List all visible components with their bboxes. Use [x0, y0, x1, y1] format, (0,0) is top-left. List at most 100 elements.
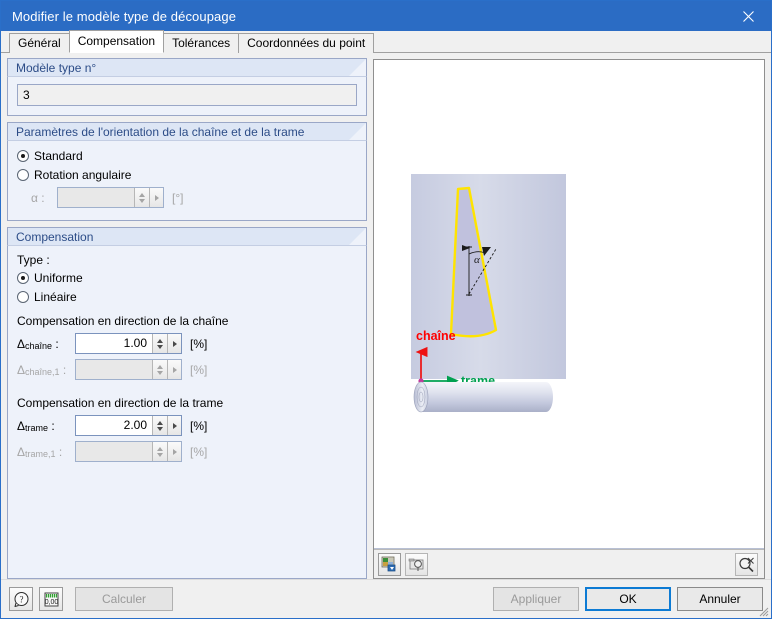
ok-button[interactable]: OK	[585, 587, 671, 611]
warp-field-1-label: Δchaîne :	[17, 336, 59, 351]
warp-spinner-1[interactable]: 1.00	[75, 333, 182, 354]
image-export-icon[interactable]	[378, 552, 401, 576]
weft-unit-1: [%]	[190, 418, 208, 433]
type-label: Type :	[17, 253, 50, 267]
fabric-roll	[413, 381, 553, 413]
warp-field-row-2: Δchaîne,1 : [%]	[17, 359, 357, 380]
group-orientation-header: Paramètres de l'orientation de la chaîne…	[7, 122, 367, 141]
weft-spin-arrows-1[interactable]	[152, 416, 167, 435]
warp-spinner-2[interactable]	[75, 359, 182, 380]
warp-spin-arrows-1[interactable]	[152, 334, 167, 353]
weft-more-button-1[interactable]	[167, 416, 181, 435]
cut-pattern-diagram: α chaîne trame	[411, 174, 566, 413]
annuler-button[interactable]: Annuler	[677, 587, 763, 611]
preview-canvas[interactable]: α chaîne trame	[374, 60, 764, 549]
group-orientation: Paramètres de l'orientation de la chaîne…	[7, 122, 367, 221]
units-icon[interactable]: 0,00	[39, 587, 63, 611]
warp-more-button-2[interactable]	[167, 360, 181, 379]
weft-spinner-2[interactable]	[75, 441, 182, 462]
help-icon[interactable]: ?	[9, 587, 33, 611]
radio-uniforme-indicator	[17, 272, 29, 284]
alpha-label: α :	[31, 190, 45, 205]
help-glyph: ?	[14, 591, 28, 607]
chevron-right-icon	[172, 422, 177, 429]
weft-spinner-1[interactable]: 2.00	[75, 415, 182, 436]
warp-field-2-label: Δchaîne,1 :	[17, 362, 67, 377]
group-compensation-title: Compensation	[16, 230, 94, 244]
weft-input-1[interactable]: 2.00	[76, 416, 152, 435]
group-orientation-title: Paramètres de l'orientation de la chaîne…	[16, 125, 305, 139]
group-model-type: Modèle type n° 3	[7, 58, 367, 116]
zoom-reset-glyph	[739, 557, 754, 572]
preview-toolbar	[374, 549, 764, 578]
group-compensation-header: Compensation	[7, 227, 367, 246]
weft-input-2[interactable]	[76, 442, 152, 461]
resize-grip-icon[interactable]	[757, 605, 769, 617]
tab-compensation[interactable]: Compensation	[68, 30, 165, 53]
close-glyph	[742, 10, 754, 22]
chevron-right-icon	[172, 340, 177, 347]
radio-standard[interactable]: Standard	[17, 149, 357, 163]
radio-rotation-angulaire-indicator	[17, 169, 29, 181]
fabric-sheet	[411, 174, 566, 379]
image-export-glyph	[381, 556, 396, 571]
warp-axis-label: chaîne	[416, 329, 456, 343]
radio-rotation-angulaire-label: Rotation angulaire	[34, 168, 132, 182]
radio-lineaire[interactable]: Linéaire	[17, 290, 357, 304]
alpha-input[interactable]	[58, 188, 134, 207]
tab-tolerances[interactable]: Tolérances	[163, 33, 240, 53]
warp-input-2[interactable]	[76, 360, 152, 379]
model-type-input[interactable]: 3	[17, 84, 357, 106]
alpha-spinner[interactable]	[57, 187, 164, 208]
spin-down-icon	[139, 198, 145, 203]
radio-uniforme-label: Uniforme	[34, 271, 83, 285]
appliquer-button[interactable]: Appliquer	[493, 587, 579, 611]
alpha-row: α : [°]	[17, 187, 357, 208]
alpha-spin-arrows[interactable]	[134, 188, 149, 207]
weft-spin-arrows-2[interactable]	[152, 442, 167, 461]
units-glyph: 0,00	[44, 592, 58, 606]
group-model-type-body: 3	[8, 77, 366, 115]
print-preview-glyph	[408, 558, 424, 571]
spin-down-icon	[157, 452, 163, 457]
chevron-right-icon	[172, 448, 177, 455]
radio-lineaire-label: Linéaire	[34, 290, 77, 304]
chevron-right-icon	[172, 366, 177, 373]
radio-rotation-angulaire[interactable]: Rotation angulaire	[17, 168, 357, 182]
zoom-reset-icon[interactable]	[735, 552, 758, 576]
spin-down-icon	[157, 344, 163, 349]
warp-input-1[interactable]: 1.00	[76, 334, 152, 353]
weft-field-row-1: Δtrame : 2.00 [%]	[17, 415, 357, 436]
spin-up-icon	[157, 420, 163, 425]
print-preview-icon[interactable]	[405, 552, 428, 576]
radio-uniforme[interactable]: Uniforme	[17, 271, 357, 285]
dialog-footer: ? 0,00 Calculer Appliquer OK Annuler	[1, 579, 771, 618]
tab-coordonnees-du-point[interactable]: Coordonnées du point	[238, 33, 375, 53]
left-panel: Modèle type n° 3 Paramètres de l'orienta…	[7, 58, 367, 579]
group-compensation: Compensation Type : Uniforme Linéaire Co…	[7, 227, 367, 579]
angle-label: α	[474, 254, 480, 266]
group-orientation-body: Standard Rotation angulaire α : [°]	[8, 141, 366, 220]
spin-up-icon	[157, 364, 163, 369]
group-model-type-title: Modèle type n°	[16, 61, 97, 75]
group-model-type-header: Modèle type n°	[7, 58, 367, 77]
warp-field-row-1: Δchaîne : 1.00 [%]	[17, 333, 357, 354]
calculer-button[interactable]: Calculer	[75, 587, 173, 611]
warp-unit-1: [%]	[190, 336, 208, 351]
close-icon[interactable]	[725, 1, 771, 31]
warp-more-button-1[interactable]	[167, 334, 181, 353]
weft-field-2-label: Δtrame,1 :	[17, 444, 63, 459]
tab-general[interactable]: Général	[9, 33, 70, 53]
spin-up-icon	[157, 338, 163, 343]
tab-bar: Général Compensation Tolérances Coordonn…	[1, 30, 771, 53]
chevron-right-icon	[154, 194, 159, 201]
radio-lineaire-indicator	[17, 291, 29, 303]
weft-more-button-2[interactable]	[167, 442, 181, 461]
warp-spin-arrows-2[interactable]	[152, 360, 167, 379]
dialog-window: Modifier le modèle type de découpage Gén…	[0, 0, 772, 619]
preview-panel: α chaîne trame	[373, 59, 765, 579]
alpha-more-button[interactable]	[149, 188, 163, 207]
weft-field-row-2: Δtrame,1 : [%]	[17, 441, 357, 462]
svg-text:0,00: 0,00	[44, 599, 58, 606]
radio-standard-label: Standard	[34, 149, 83, 163]
